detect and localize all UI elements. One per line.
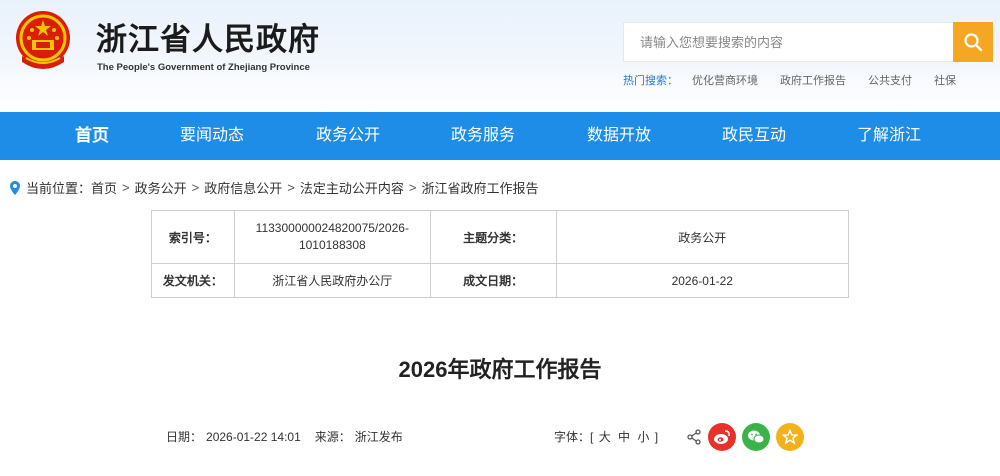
search-icon xyxy=(964,33,983,52)
breadcrumb: 当前位置： 首页 > 政务公开 > 政府信息公开 > 法定主动公开内容 > 浙江… xyxy=(10,178,538,197)
chevron-right-icon: > xyxy=(287,180,295,195)
search-input[interactable] xyxy=(623,22,953,62)
nav-item-interaction[interactable]: 政民互动 xyxy=(708,112,800,160)
nav-item-open-data[interactable]: 数据开放 xyxy=(573,112,665,160)
index-label: 索引号： xyxy=(151,210,235,264)
font-size-close: ] xyxy=(654,430,659,444)
index-value: 113300000024820075/2026- 1010188308 xyxy=(233,210,431,264)
breadcrumb-item[interactable]: 法定主动公开内容 xyxy=(300,178,404,197)
article-meta: 日期： 2026-01-22 14:01 来源： 浙江发布 xyxy=(166,428,407,445)
weibo-icon xyxy=(714,430,730,444)
hot-search: 热门搜索： 优化营商环境 政府工作报告 公共支付 社保 xyxy=(623,72,978,88)
breadcrumb-item[interactable]: 首页 xyxy=(91,178,117,197)
main-nav: 首页 要闻动态 政务公开 政务服务 数据开放 政民互动 了解浙江 xyxy=(0,112,1000,160)
font-size-large-button[interactable]: 大 xyxy=(599,430,611,444)
favorite-button[interactable] xyxy=(776,423,804,451)
font-size-medium-button[interactable]: 中 xyxy=(618,430,630,444)
nav-item-about[interactable]: 了解浙江 xyxy=(843,112,935,160)
share-icon[interactable] xyxy=(686,429,702,445)
search-button[interactable] xyxy=(953,22,993,62)
location-pin-icon xyxy=(10,180,20,195)
hot-search-item[interactable]: 政府工作报告 xyxy=(780,72,846,88)
index-value-line: 1010188308 xyxy=(298,238,366,252)
font-size-small-button[interactable]: 小 xyxy=(637,430,649,444)
wechat-icon xyxy=(748,430,765,444)
national-emblem-icon xyxy=(16,11,70,69)
wechat-share-button[interactable] xyxy=(742,423,770,451)
breadcrumb-item[interactable]: 浙江省政府工作报告 xyxy=(421,178,538,197)
nav-item-open-affairs[interactable]: 政务公开 xyxy=(302,112,394,160)
site-header: 浙江省人民政府 The People's Government of Zheji… xyxy=(0,0,1000,112)
issuer-value: 浙江省人民政府办公厅 xyxy=(233,263,431,298)
issuer-label: 发文机关： xyxy=(151,263,235,298)
chevron-right-icon: > xyxy=(191,180,200,195)
category-value: 政务公开 xyxy=(555,210,850,264)
font-size-control: 字体：[ 大 中 小 ] xyxy=(554,428,658,445)
index-value-line: 113300000024820075/2026- xyxy=(255,221,409,235)
hot-search-item[interactable]: 优化营商环境 xyxy=(692,72,758,88)
share-bar xyxy=(686,423,804,451)
weibo-share-button[interactable] xyxy=(708,423,736,451)
breadcrumb-prefix: 当前位置： xyxy=(26,181,92,196)
date-label: 日期： xyxy=(166,430,203,444)
hot-search-label: 热门搜索： xyxy=(623,75,678,87)
source-value: 浙江发布 xyxy=(354,430,403,444)
table-row: 发文机关： 浙江省人民政府办公厅 成文日期： 2026-01-22 xyxy=(151,263,850,298)
breadcrumb-item[interactable]: 政务公开 xyxy=(135,178,187,197)
site-title[interactable]: 浙江省人民政府 xyxy=(96,14,320,59)
source-label: 来源： xyxy=(314,430,351,444)
font-size-label: 字体：[ xyxy=(554,430,594,444)
nav-item-news[interactable]: 要闻动态 xyxy=(166,112,258,160)
star-icon xyxy=(782,429,798,445)
breadcrumb-item[interactable]: 政府信息公开 xyxy=(204,178,282,197)
chevron-right-icon: > xyxy=(408,180,417,195)
document-info-table: 索引号： 113300000024820075/2026- 1010188308… xyxy=(151,210,850,298)
publish-date: 2026-01-22 14:01 xyxy=(206,430,301,444)
table-row: 索引号： 113300000024820075/2026- 1010188308… xyxy=(151,210,850,264)
nav-item-services[interactable]: 政务服务 xyxy=(437,112,529,160)
category-label: 主题分类： xyxy=(429,210,557,264)
date-label: 成文日期： xyxy=(429,263,557,298)
article-title: 2026年政府工作报告 xyxy=(398,357,602,382)
hot-search-item[interactable]: 社保 xyxy=(934,72,956,88)
nav-item-home[interactable]: 首页 xyxy=(52,112,132,160)
hot-search-item[interactable]: 公共支付 xyxy=(868,72,912,88)
date-value: 2026-01-22 xyxy=(555,263,850,298)
chevron-right-icon: > xyxy=(122,180,130,195)
site-subtitle: The People's Government of Zhejiang Prov… xyxy=(97,62,310,73)
